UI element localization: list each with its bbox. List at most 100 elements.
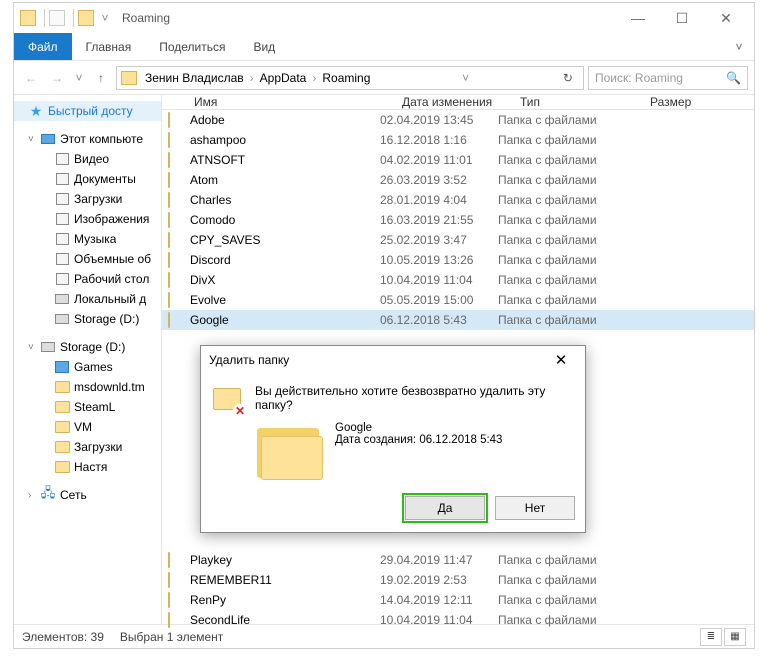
window-icon — [20, 10, 36, 26]
sidebar-item[interactable]: msdownld.tm — [32, 377, 161, 397]
file-row[interactable]: CPY_SAVES25.02.2019 3:47Папка с файлами — [162, 230, 754, 250]
sidebar-this-pc[interactable]: ˅ Этот компьюте — [14, 129, 161, 149]
sidebar-network[interactable]: › 🖧 Сеть — [14, 485, 161, 505]
search-input[interactable]: Поиск: Roaming 🔍 — [588, 66, 748, 90]
breadcrumb-segment[interactable]: Roaming — [318, 71, 374, 85]
refresh-icon[interactable]: ↻ — [557, 71, 579, 85]
file-date: 28.01.2019 4:04 — [380, 193, 498, 207]
file-row[interactable]: ashampoo16.12.2018 1:16Папка с файлами — [162, 130, 754, 150]
file-date: 10.04.2019 11:04 — [380, 273, 498, 287]
sidebar-storage[interactable]: ˅ Storage (D:) — [14, 337, 161, 357]
ribbon-tab-home[interactable]: Главная — [72, 33, 146, 60]
dialog-title-text: Удалить папку — [209, 353, 289, 367]
ribbon-tab-file[interactable]: Файл — [14, 33, 72, 60]
file-date: 02.04.2019 13:45 — [380, 113, 498, 127]
sidebar-item[interactable]: SteamL — [32, 397, 161, 417]
delete-x-icon: ✕ — [233, 404, 247, 418]
file-row[interactable]: Google06.12.2018 5:43Папка с файлами — [162, 310, 754, 330]
sidebar-item[interactable]: Рабочий стол — [32, 269, 161, 289]
sidebar-item[interactable]: Изображения — [32, 209, 161, 229]
file-row[interactable]: ATNSOFT04.02.2019 11:01Папка с файлами — [162, 150, 754, 170]
ribbon-tab-share[interactable]: Поделиться — [145, 33, 239, 60]
file-type: Папка с файлами — [498, 293, 628, 307]
file-row[interactable]: DivX10.04.2019 11:04Папка с файлами — [162, 270, 754, 290]
sidebar-item-label: Games — [74, 360, 113, 374]
file-row[interactable]: Evolve05.05.2019 15:00Папка с файлами — [162, 290, 754, 310]
qat-separator — [73, 9, 74, 27]
nav-recent-dropdown[interactable]: ˅ — [72, 71, 86, 85]
file-row[interactable]: Discord10.05.2019 13:26Папка с файлами — [162, 250, 754, 270]
folder-icon — [168, 152, 170, 168]
sidebar-item[interactable]: Загрузки — [32, 189, 161, 209]
star-icon: ★ — [30, 103, 43, 120]
file-row[interactable]: RenPy14.04.2019 12:11Папка с файлами — [162, 590, 754, 610]
ribbon-expand-icon[interactable]: ˅ — [724, 33, 754, 60]
maximize-button[interactable]: ☐ — [660, 4, 704, 32]
folder-header-icon — [78, 10, 94, 26]
sidebar-item[interactable]: Storage (D:) — [32, 309, 161, 329]
nav-back-button[interactable]: ← — [20, 67, 42, 89]
folder-icon — [55, 401, 70, 413]
view-details-button[interactable]: ≣ — [700, 628, 722, 646]
folder-icon — [55, 461, 70, 473]
pc-icon — [41, 134, 55, 144]
folder-icon — [168, 172, 170, 188]
dialog-no-button[interactable]: Нет — [495, 496, 575, 520]
file-date: 29.04.2019 11:47 — [380, 553, 498, 567]
qat-dropdown-icon[interactable]: ˅ — [98, 11, 112, 25]
view-thumbnails-button[interactable]: ▦ — [724, 628, 746, 646]
folder-icon — [55, 421, 70, 433]
sidebar-item[interactable]: VM — [32, 417, 161, 437]
file-row[interactable]: SecondLife10.04.2019 11:04Папка с файлам… — [162, 610, 754, 630]
minimize-button[interactable]: — — [616, 4, 660, 32]
breadcrumb-segment[interactable]: AppData — [256, 71, 311, 85]
sidebar-label: Сеть — [60, 488, 87, 502]
sidebar-item[interactable]: Видео — [32, 149, 161, 169]
breadcrumb-segment[interactable]: Зенин Владислав — [141, 71, 248, 85]
file-row[interactable]: Charles28.01.2019 4:04Папка с файлами — [162, 190, 754, 210]
column-header-row: Имя Дата изменения Тип Размер — [162, 95, 754, 110]
library-icon — [56, 173, 69, 185]
nav-up-button[interactable]: ↑ — [90, 67, 112, 89]
file-row[interactable]: Atom26.03.2019 3:52Папка с файлами — [162, 170, 754, 190]
sidebar-item[interactable]: Документы — [32, 169, 161, 189]
qat-button[interactable] — [49, 10, 65, 26]
titlebar[interactable]: ˅ Roaming — ☐ ✕ — [14, 3, 754, 33]
sidebar-item-label: Документы — [74, 172, 136, 186]
file-row[interactable]: Playkey29.04.2019 11:47Папка с файлами — [162, 550, 754, 570]
status-item-count: Элементов: 39 — [22, 630, 104, 644]
file-row[interactable]: Comodo16.03.2019 21:55Папка с файлами — [162, 210, 754, 230]
close-button[interactable]: ✕ — [704, 4, 748, 32]
address-dropdown-icon[interactable]: ˅ — [459, 71, 473, 85]
sidebar-item[interactable]: Загрузки — [32, 437, 161, 457]
ribbon-tab-view[interactable]: Вид — [239, 33, 289, 60]
column-header-date[interactable]: Дата изменения — [398, 95, 516, 109]
chevron-right-icon[interactable]: › — [310, 71, 318, 85]
chevron-right-icon[interactable]: › — [28, 490, 40, 501]
file-row[interactable]: Adobe02.04.2019 13:45Папка с файлами — [162, 110, 754, 130]
sidebar-item[interactable]: Настя — [32, 457, 161, 477]
qat-separator — [44, 9, 45, 27]
dialog-titlebar[interactable]: Удалить папку ✕ — [201, 346, 585, 374]
sidebar-item[interactable]: Музыка — [32, 229, 161, 249]
file-type: Папка с файлами — [498, 213, 628, 227]
column-header-type[interactable]: Тип — [516, 95, 646, 109]
library-icon — [56, 253, 69, 265]
nav-forward-button[interactable]: → — [46, 67, 68, 89]
address-bar[interactable]: Зенин Владислав › AppData › Roaming ˅ ↻ — [116, 66, 584, 90]
column-header-size[interactable]: Размер — [646, 95, 748, 109]
file-name: DivX — [190, 273, 380, 287]
sidebar-quick-access[interactable]: ★ Быстрый досту — [14, 101, 161, 121]
column-header-name[interactable]: Имя — [190, 95, 398, 109]
chevron-down-icon[interactable]: ˅ — [28, 342, 40, 353]
library-icon — [56, 233, 69, 245]
sidebar-item[interactable]: Локальный д — [32, 289, 161, 309]
file-row[interactable]: REMEMBER1119.02.2019 2:53Папка с файлами — [162, 570, 754, 590]
chevron-down-icon[interactable]: ˅ — [28, 134, 40, 145]
dialog-close-button[interactable]: ✕ — [545, 348, 577, 372]
chevron-right-icon[interactable]: › — [248, 71, 256, 85]
file-name: ashampoo — [190, 133, 380, 147]
dialog-yes-button[interactable]: Да — [405, 496, 485, 520]
sidebar-item[interactable]: Games — [32, 357, 161, 377]
sidebar-item[interactable]: Объемные об — [32, 249, 161, 269]
